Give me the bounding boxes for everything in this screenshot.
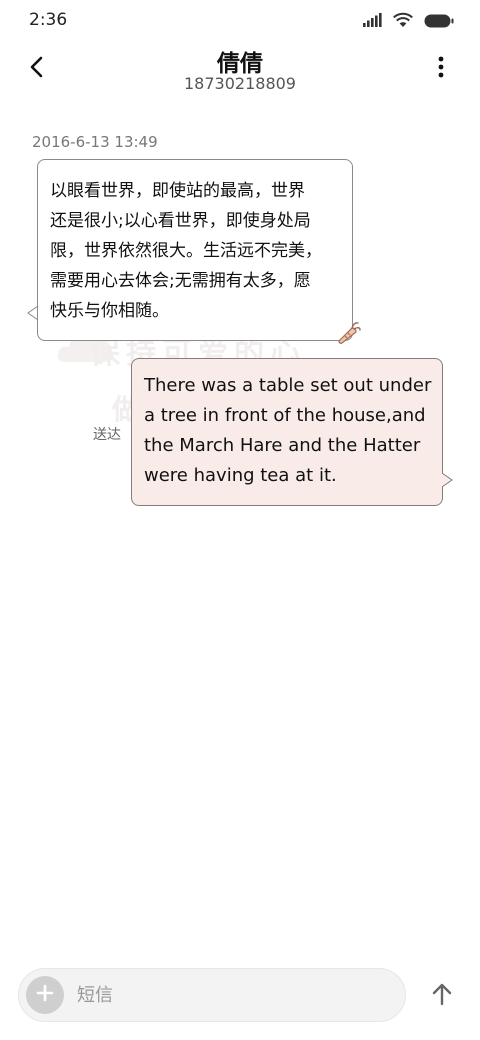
add-attachment-button[interactable] bbox=[26, 976, 64, 1014]
wifi-icon bbox=[392, 12, 414, 32]
status-time: 2:36 bbox=[29, 10, 68, 30]
message-line: were having tea at it. bbox=[144, 465, 337, 486]
message-line: a tree in front of the house,and bbox=[144, 405, 426, 426]
status-bar: 2:36 bbox=[0, 0, 480, 40]
message-line: 还是很小;以心看世界，即使身处局 bbox=[50, 211, 311, 231]
outgoing-bubble-tail bbox=[440, 472, 453, 491]
arrow-up-icon bbox=[431, 982, 453, 1010]
message-line: 需要用心去体会;无需拥有太多，愿 bbox=[50, 271, 311, 291]
conversation-header: 倩倩 18730218809 bbox=[0, 40, 480, 100]
messaging-screen: 2:36 倩倩 18730218809 2016-6-13 13:49 保持可爱… bbox=[0, 0, 480, 1040]
more-vertical-icon bbox=[437, 55, 445, 83]
compose-bar bbox=[18, 968, 406, 1022]
contact-number: 18730218809 bbox=[184, 74, 296, 93]
delivery-status: 送达 bbox=[93, 427, 121, 443]
message-line: 以眼看世界，即使站的最高，世界 bbox=[50, 181, 305, 201]
message-line: 限，世界依然很大。生活远不完美， bbox=[50, 241, 322, 261]
message-line: There was a table set out under bbox=[144, 375, 432, 396]
message-input[interactable] bbox=[77, 975, 387, 1015]
battery-icon bbox=[424, 13, 454, 32]
status-icons bbox=[362, 12, 454, 32]
message-line: the March Hare and the Hatter bbox=[144, 435, 421, 456]
message-timestamp: 2016-6-13 13:49 bbox=[32, 133, 158, 151]
carrot-icon bbox=[336, 320, 362, 348]
outgoing-message-bubble[interactable]: There was a table set out under a tree i… bbox=[131, 358, 443, 506]
contact-name: 倩倩 bbox=[217, 51, 263, 77]
plus-icon bbox=[35, 983, 55, 1007]
message-line: 快乐与你相随。 bbox=[50, 301, 169, 321]
incoming-message-bubble[interactable]: 以眼看世界，即使站的最高，世界 还是很小;以心看世界，即使身处局 限，世界依然很… bbox=[37, 159, 353, 341]
signal-icon bbox=[362, 12, 382, 32]
more-button[interactable] bbox=[424, 52, 458, 86]
send-button[interactable] bbox=[424, 978, 460, 1014]
